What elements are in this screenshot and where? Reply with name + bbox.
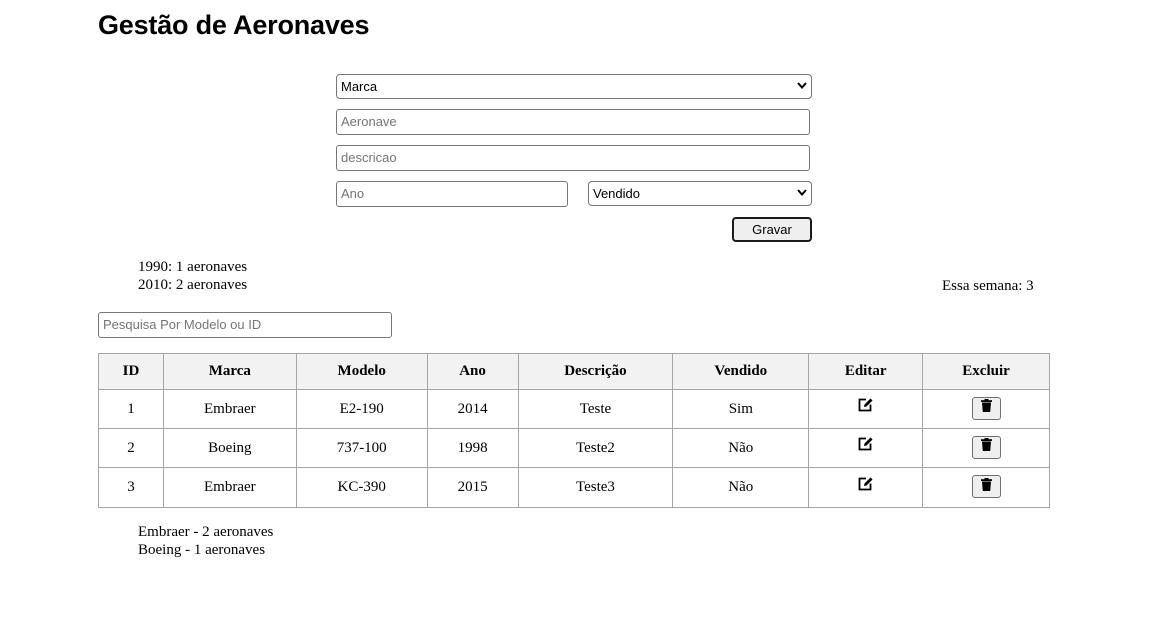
table-header-row: ID Marca Modelo Ano Descrição Vendido Ed… xyxy=(98,353,1050,390)
cell-marca: Embraer xyxy=(162,467,297,508)
cell-marca: Embraer xyxy=(162,389,297,429)
edit-icon[interactable] xyxy=(858,397,874,417)
cell-id: 3 xyxy=(98,467,164,508)
gravar-button-label: Gravar xyxy=(752,222,792,237)
vendido-select[interactable]: Vendido xyxy=(588,181,812,206)
gravar-button[interactable]: Gravar xyxy=(732,217,812,242)
aircraft-table: ID Marca Modelo Ano Descrição Vendido Ed… xyxy=(98,353,1050,508)
cell-descricao: Teste2 xyxy=(517,428,674,468)
cell-id: 2 xyxy=(98,428,164,468)
cell-vendido: Não xyxy=(672,428,810,468)
edit-icon[interactable] xyxy=(858,436,874,456)
trash-icon xyxy=(980,399,992,417)
chevron-down-icon xyxy=(797,81,807,92)
col-header-ano: Ano xyxy=(426,353,519,390)
cell-excluir xyxy=(922,467,1050,508)
delete-button[interactable] xyxy=(971,475,1001,498)
brand-stats: Embraer - 2 aeronaves Boeing - 1 aeronav… xyxy=(138,523,273,559)
marca-select[interactable]: Marca xyxy=(336,74,812,99)
col-header-id: ID xyxy=(98,353,164,390)
search-input[interactable]: Pesquisa Por Modelo ou ID xyxy=(98,312,392,338)
brand-stat-item: Boeing - 1 aeronaves xyxy=(138,542,266,558)
edit-icon[interactable] xyxy=(858,476,874,496)
year-stats: 1990: 1 aeronaves 2010: 2 aeronaves xyxy=(138,258,247,294)
cell-vendido: Sim xyxy=(672,389,810,429)
cell-ano: 2014 xyxy=(426,389,519,429)
delete-button[interactable] xyxy=(971,435,1001,459)
trash-icon xyxy=(980,477,992,496)
brand-stat-item: Embraer - 2 aeronaves xyxy=(138,524,274,540)
page: Gestão de Aeronaves Marca Aeronave descr… xyxy=(0,0,1151,620)
cell-editar xyxy=(808,467,924,508)
vendido-select-value: Vendido xyxy=(593,185,640,201)
cell-modelo: 737-100 xyxy=(295,428,428,468)
table-row: 2 Boeing 737-100 1998 Teste2 Não xyxy=(98,428,1050,468)
cell-modelo: KC-390 xyxy=(295,467,428,508)
cell-vendido: Não xyxy=(672,467,810,508)
cell-descricao: Teste3 xyxy=(517,467,674,508)
aeronave-input[interactable]: Aeronave xyxy=(336,109,810,135)
trash-icon xyxy=(980,438,992,456)
cell-marca: Boeing xyxy=(162,428,297,468)
chevron-down-icon xyxy=(797,188,807,199)
week-count: Essa semana: 3 xyxy=(942,278,1034,294)
col-header-modelo: Modelo xyxy=(295,353,428,390)
col-header-excluir: Excluir xyxy=(922,353,1050,390)
cell-descricao: Teste xyxy=(517,389,674,429)
ano-input[interactable]: Ano xyxy=(336,181,568,207)
cell-editar xyxy=(808,389,924,429)
cell-excluir xyxy=(922,389,1050,429)
cell-ano: 2015 xyxy=(426,467,519,508)
year-stat-item: 2010: 2 aeronaves xyxy=(138,277,248,293)
cell-id: 1 xyxy=(98,389,164,429)
col-header-descricao: Descrição xyxy=(517,353,674,390)
cell-modelo: E2-190 xyxy=(295,389,428,429)
year-stat-item: 1990: 1 aeronaves xyxy=(138,259,248,275)
cell-excluir xyxy=(922,428,1050,468)
cell-editar xyxy=(808,428,924,468)
delete-button[interactable] xyxy=(971,396,1001,420)
table-row: 3 Embraer KC-390 2015 Teste3 Não xyxy=(98,467,1050,508)
cell-ano: 1998 xyxy=(426,428,519,468)
page-title: Gestão de Aeronaves xyxy=(98,10,370,40)
descricao-input[interactable]: descricao xyxy=(336,145,810,171)
col-header-marca: Marca xyxy=(162,353,297,390)
table-row: 1 Embraer E2-190 2014 Teste Sim xyxy=(98,389,1050,429)
marca-select-value: Marca xyxy=(341,78,378,94)
col-header-vendido: Vendido xyxy=(672,353,810,390)
col-header-editar: Editar xyxy=(808,353,924,390)
